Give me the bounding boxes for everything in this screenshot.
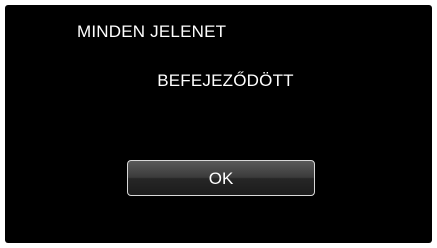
ok-button[interactable]: OK <box>127 160 315 196</box>
dialog-message: BEFEJEZŐDÖTT <box>157 71 294 90</box>
dialog-title: MINDEN JELENET <box>77 22 227 41</box>
dialog-screen: MINDEN JELENET BEFEJEZŐDÖTT OK <box>5 5 432 243</box>
